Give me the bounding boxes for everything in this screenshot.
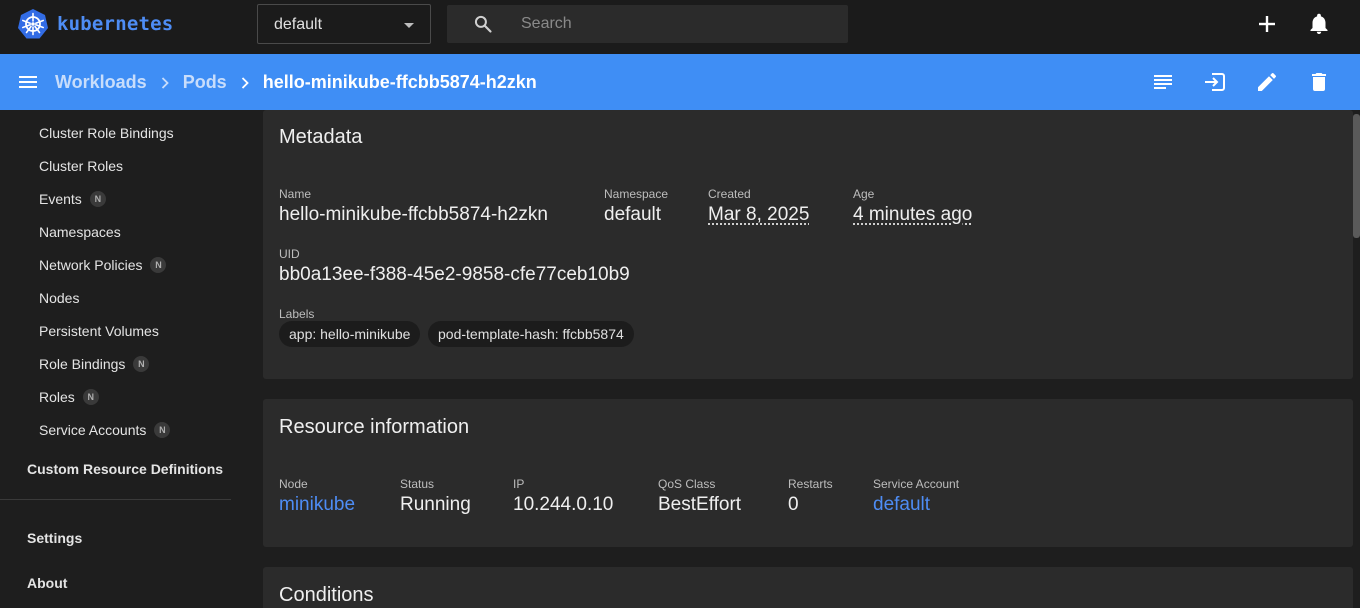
- sidebar-item-roles[interactable]: Roles N: [39, 389, 99, 405]
- uid-value: bb0a13ee-f388-45e2-9858-cfe77ceb10b9: [279, 264, 630, 285]
- namespaced-badge: N: [82, 389, 99, 405]
- sidebar-item-label: About: [27, 575, 68, 591]
- node-label: Node: [279, 477, 308, 491]
- edit-pencil-icon[interactable]: [1255, 70, 1279, 94]
- sidebar-item-label: Events: [39, 191, 82, 207]
- chevron-right-icon: [241, 76, 249, 89]
- breadcrumb-pods[interactable]: Pods: [183, 72, 227, 93]
- node-link[interactable]: minikube: [279, 494, 355, 516]
- restarts-label: Restarts: [788, 477, 833, 491]
- namespaced-badge: N: [154, 422, 171, 438]
- label-chip: pod-template-hash: ffcbb5874: [428, 321, 634, 347]
- name-label: Name: [279, 187, 312, 201]
- qos-class-value: BestEffort: [658, 494, 742, 515]
- caret-down-icon: [404, 23, 414, 28]
- sidebar-item-label: Namespaces: [39, 224, 121, 240]
- resource-information-card: Resource information Node minikube Statu…: [263, 399, 1353, 547]
- sidebar-item-service-accounts[interactable]: Service Accounts N: [39, 422, 171, 438]
- namespaced-badge: N: [89, 191, 106, 207]
- sidebar-item-label: Roles: [39, 389, 75, 405]
- menu-icon[interactable]: [16, 70, 40, 94]
- namespaced-badge: N: [133, 356, 150, 372]
- sidebar-item-label: Custom Resource Definitions: [27, 461, 224, 477]
- metadata-title: Metadata: [279, 126, 363, 148]
- metadata-card: Metadata Name hello-minikube-ffcbb5874-h…: [263, 110, 1353, 379]
- brand-name: kubernetes: [57, 13, 174, 35]
- add-icon[interactable]: [1255, 12, 1279, 36]
- created-label: Created: [708, 187, 751, 201]
- breadcrumb: Workloads Pods hello-minikube-ffcbb5874-…: [55, 72, 537, 93]
- resource-information-title: Resource information: [279, 416, 470, 438]
- age-label: Age: [853, 187, 875, 201]
- status-value: Running: [400, 494, 471, 515]
- restarts-value: 0: [788, 494, 799, 515]
- ip-value: 10.244.0.10: [513, 494, 614, 515]
- namespace-selector-value: default: [274, 16, 323, 33]
- namespace-value: default: [604, 204, 662, 225]
- page-header: Workloads Pods hello-minikube-ffcbb5874-…: [0, 54, 1360, 110]
- sidebar-item-events[interactable]: Events N: [39, 191, 106, 207]
- sidebar: Cluster Role Bindings Cluster Roles Even…: [0, 110, 245, 608]
- search-box[interactable]: [447, 5, 848, 43]
- namespace-label: Namespace: [604, 187, 669, 201]
- sidebar-item-cluster-roles[interactable]: Cluster Roles: [39, 158, 123, 174]
- ip-label: IP: [513, 477, 525, 491]
- conditions-title: Conditions: [279, 584, 374, 606]
- sidebar-item-label: Cluster Roles: [39, 158, 124, 174]
- labels-label: Labels: [279, 307, 315, 321]
- sidebar-item-label: Settings: [27, 530, 83, 546]
- age-value[interactable]: 4 minutes ago: [853, 204, 972, 226]
- pod-name-value: hello-minikube-ffcbb5874-h2zkn: [279, 204, 548, 225]
- notifications-bell-icon[interactable]: [1307, 12, 1331, 36]
- service-account-label: Service Account: [873, 477, 960, 491]
- sidebar-item-label: Service Accounts: [39, 422, 147, 438]
- chevron-right-icon: [161, 76, 169, 89]
- sidebar-item-cluster-role-bindings[interactable]: Cluster Role Bindings: [39, 125, 174, 141]
- breadcrumb-current: hello-minikube-ffcbb5874-h2zkn: [262, 72, 537, 92]
- sidebar-item-role-bindings[interactable]: Role Bindings N: [39, 356, 150, 372]
- sidebar-item-persistent-volumes[interactable]: Persistent Volumes: [39, 323, 159, 339]
- label-chip: app: hello-minikube: [279, 321, 421, 347]
- sidebar-item-label: Role Bindings: [39, 356, 126, 372]
- scrollbar-thumb[interactable]: [1353, 114, 1360, 238]
- uid-label: UID: [279, 247, 300, 261]
- sidebar-item-settings[interactable]: Settings: [27, 530, 82, 546]
- kubernetes-logo-icon: [18, 9, 48, 39]
- sidebar-item-about[interactable]: About: [27, 575, 67, 591]
- status-label: Status: [400, 477, 435, 491]
- service-account-link[interactable]: default: [873, 494, 930, 516]
- qos-class-label: QoS Class: [658, 477, 716, 491]
- search-input[interactable]: [521, 5, 831, 43]
- delete-trash-icon[interactable]: [1307, 70, 1331, 94]
- sidebar-item-label: Nodes: [39, 290, 80, 306]
- breadcrumb-workloads[interactable]: Workloads: [55, 72, 147, 93]
- sidebar-item-label: Network Policies: [39, 257, 143, 273]
- sidebar-item-label: Persistent Volumes: [39, 323, 159, 339]
- sidebar-item-network-policies[interactable]: Network Policies N: [39, 257, 167, 273]
- namespace-selector[interactable]: default: [257, 4, 431, 44]
- sidebar-item-label: Cluster Role Bindings: [39, 125, 174, 141]
- sidebar-item-nodes[interactable]: Nodes: [39, 290, 79, 306]
- namespaced-badge: N: [150, 257, 167, 273]
- created-value[interactable]: Mar 8, 2025: [708, 204, 809, 226]
- sidebar-divider: [0, 499, 231, 500]
- exec-shell-icon[interactable]: [1203, 70, 1227, 94]
- kubernetes-logo[interactable]: kubernetes: [17, 8, 173, 40]
- logs-icon[interactable]: [1151, 70, 1175, 94]
- sidebar-item-custom-resource-definitions[interactable]: Custom Resource Definitions: [27, 461, 223, 477]
- sidebar-item-namespaces[interactable]: Namespaces: [39, 224, 121, 240]
- search-icon: [474, 15, 492, 33]
- conditions-card: Conditions: [263, 567, 1353, 608]
- top-bar: kubernetes default: [0, 0, 1360, 54]
